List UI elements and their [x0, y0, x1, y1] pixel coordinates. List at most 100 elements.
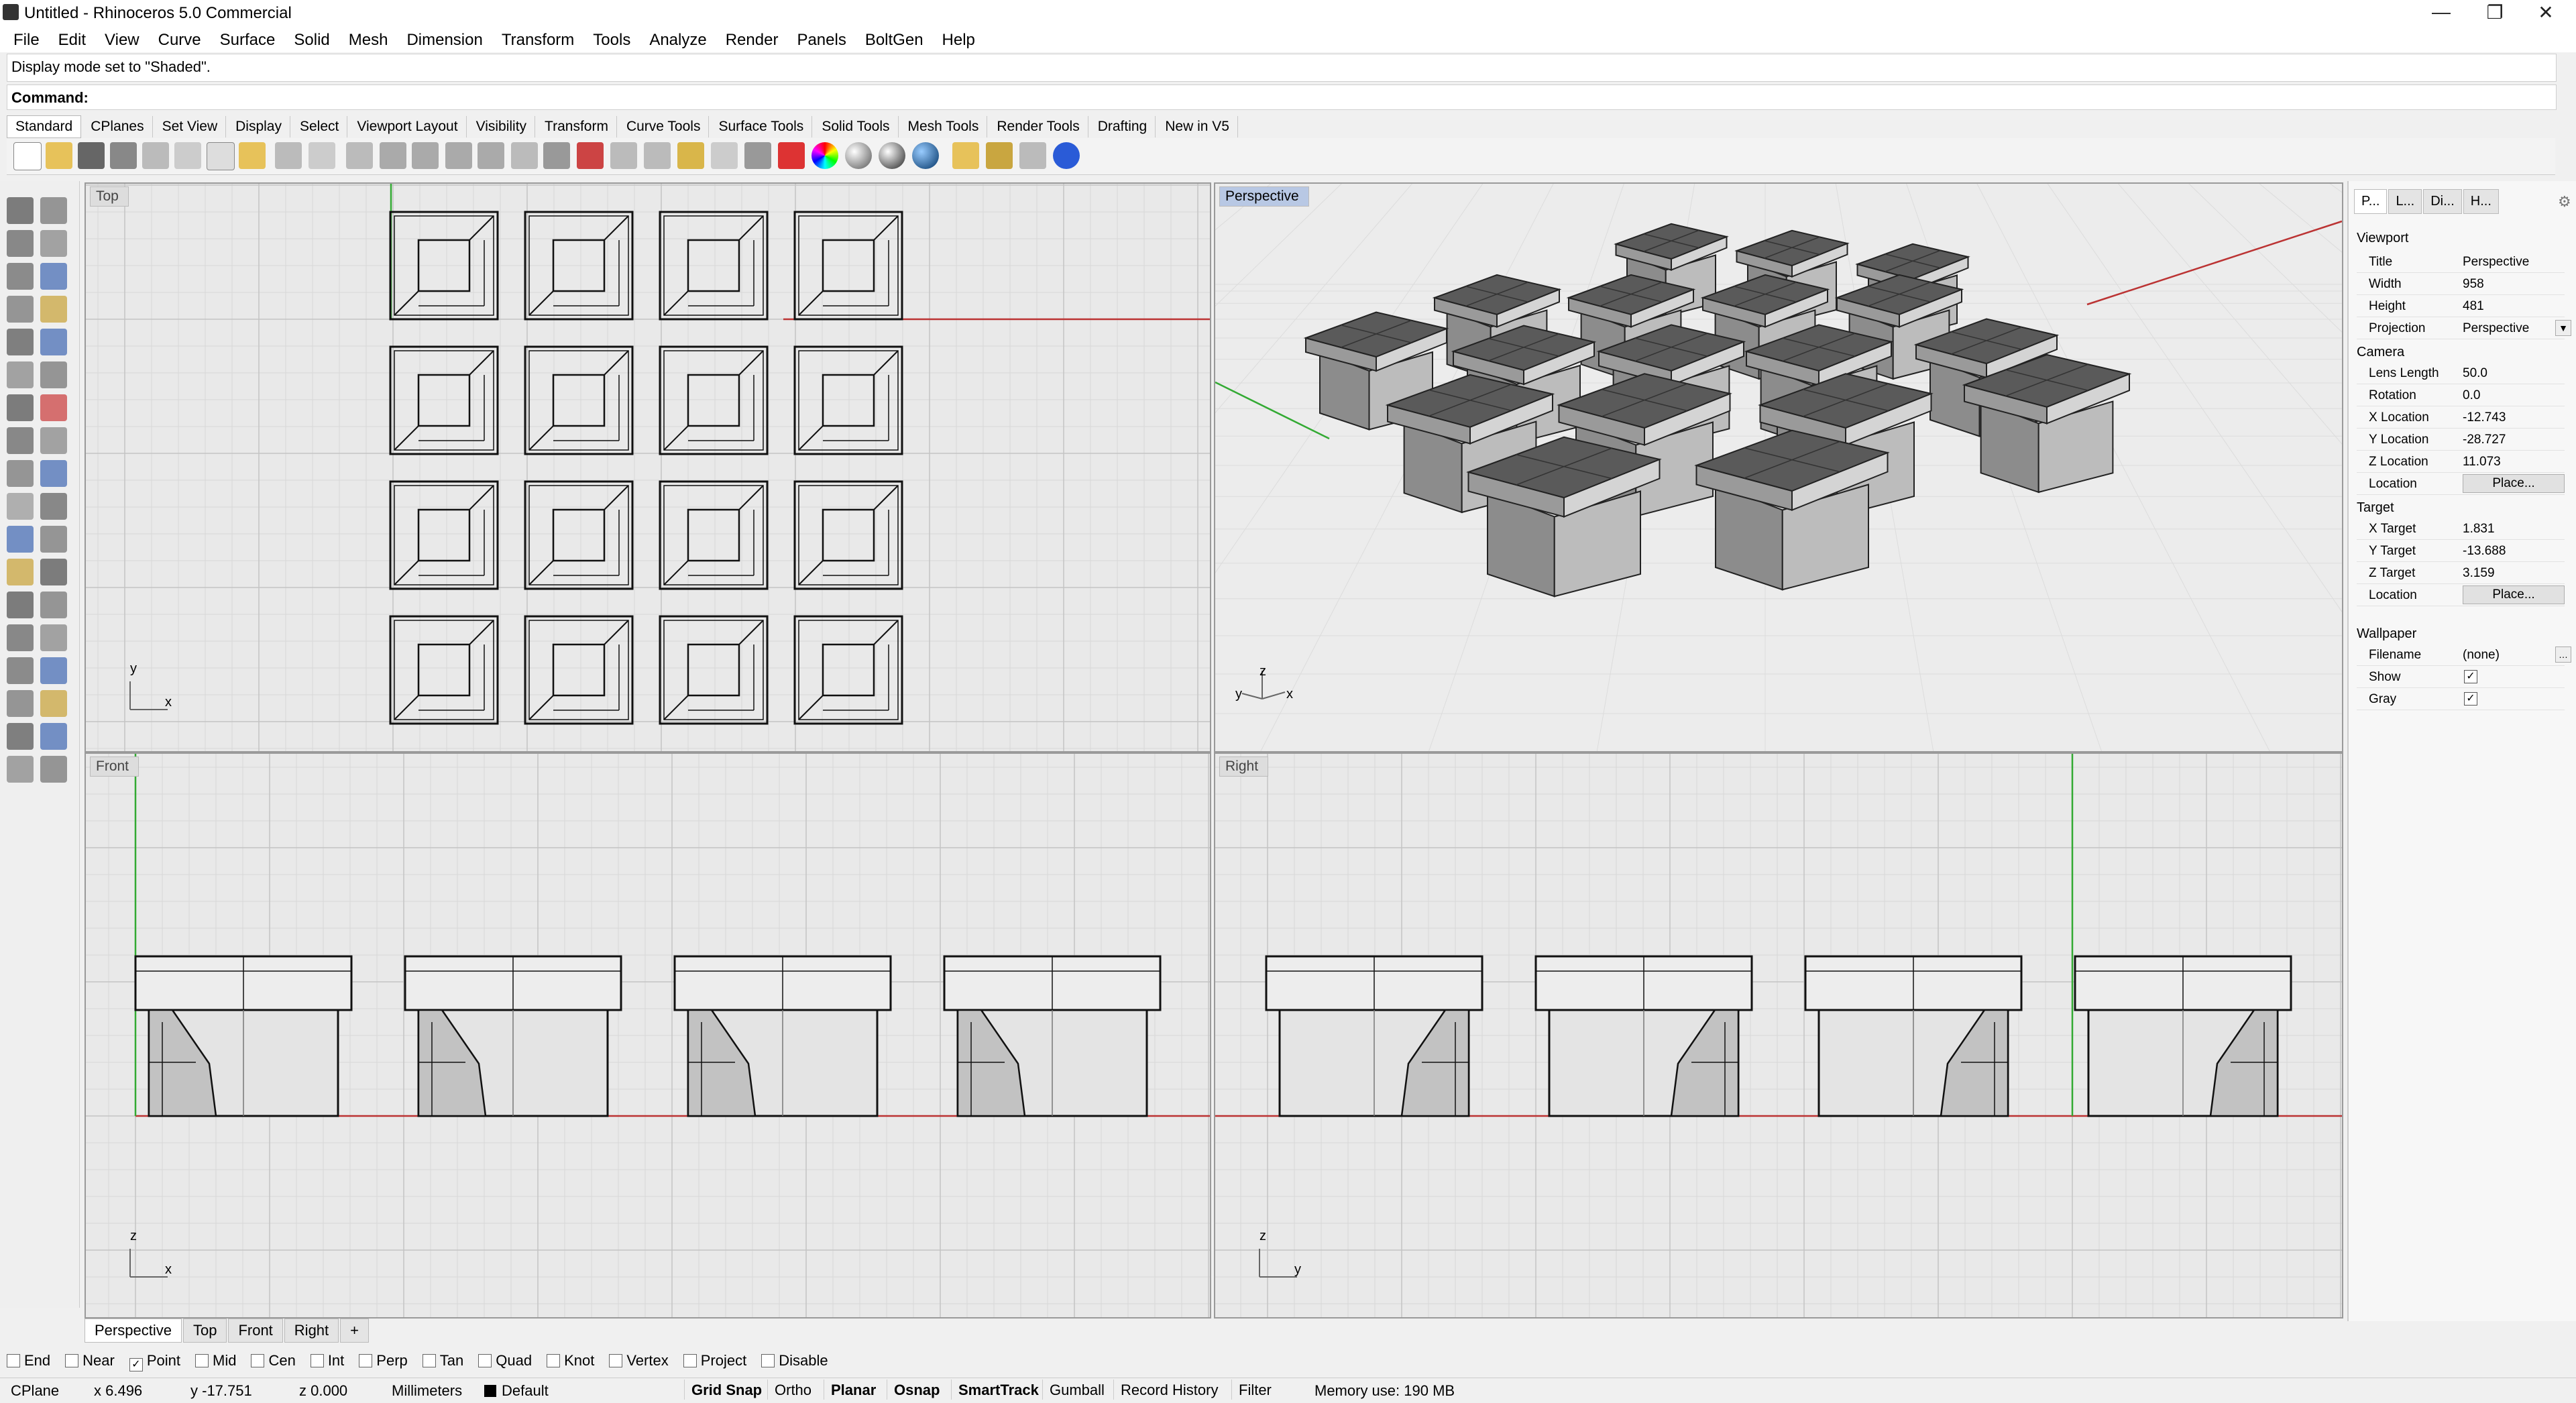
toolbar-tab-visibility[interactable]: Visibility — [468, 116, 536, 137]
prop-zt-value[interactable]: 3.159 — [2463, 566, 2495, 581]
prop-y-target[interactable]: Y Target -13.688 — [2357, 540, 2565, 562]
prop-yt-value[interactable]: -13.688 — [2463, 544, 2506, 559]
status-units[interactable]: Millimeters — [392, 1382, 462, 1400]
menu-transform[interactable]: Transform — [496, 31, 579, 50]
osnap-checkbox[interactable] — [683, 1354, 697, 1367]
tool-icon[interactable] — [7, 329, 34, 355]
toolbar-tab-surface-tools[interactable]: Surface Tools — [710, 116, 813, 137]
status-toggle-osnap[interactable]: Osnap — [887, 1380, 946, 1400]
display-tab[interactable]: Di... — [2423, 189, 2462, 214]
osnap-checkbox[interactable] — [609, 1354, 623, 1367]
tool-icon[interactable] — [7, 723, 34, 750]
osnap-tan[interactable]: Tan — [422, 1352, 463, 1369]
osnap-checkbox[interactable] — [761, 1354, 775, 1367]
new-file-icon[interactable] — [13, 142, 42, 170]
osnap-mid[interactable]: Mid — [195, 1352, 236, 1369]
osnap-end[interactable]: End — [7, 1352, 50, 1369]
prop-zloc-value[interactable]: 11.073 — [2463, 455, 2501, 469]
osnap-checkbox[interactable] — [547, 1354, 561, 1367]
toolbar-tab-transform[interactable]: Transform — [537, 116, 617, 137]
rendered-sphere-icon[interactable] — [879, 142, 905, 169]
viewport-label-top[interactable]: Top — [90, 186, 129, 207]
print-icon[interactable] — [110, 142, 137, 169]
menu-edit[interactable]: Edit — [53, 31, 91, 50]
prop-projection[interactable]: Projection Perspective ▼ — [2357, 317, 2571, 339]
prop-y-location[interactable]: Y Location -28.727 — [2357, 429, 2565, 451]
tool-icon[interactable] — [7, 592, 34, 618]
viewport-tab-front[interactable]: Front — [228, 1318, 283, 1343]
prop-x-location[interactable]: X Location -12.743 — [2357, 406, 2565, 429]
tool-icon[interactable] — [40, 657, 67, 684]
tool-icon[interactable] — [7, 394, 34, 421]
menu-file[interactable]: File — [8, 31, 45, 50]
osnap-disable[interactable]: Disable — [761, 1352, 828, 1369]
options-icon[interactable] — [952, 142, 979, 169]
undo-icon[interactable] — [275, 142, 302, 169]
viewport-tab-top[interactable]: Top — [182, 1318, 227, 1343]
toolbar-tab-new-in-v5[interactable]: New in V5 — [1157, 116, 1238, 137]
tool-icon[interactable] — [40, 394, 67, 421]
four-viewports-icon[interactable] — [543, 142, 570, 169]
grid-icon[interactable] — [644, 142, 671, 169]
prop-rotation[interactable]: Rotation 0.0 — [2357, 384, 2565, 406]
osnap-knot[interactable]: Knot — [547, 1352, 594, 1369]
tool-icon[interactable] — [7, 296, 34, 323]
menu-solid[interactable]: Solid — [288, 31, 335, 50]
osnap-checkbox[interactable] — [251, 1354, 265, 1367]
camera-place-button[interactable]: Place... — [2463, 474, 2565, 493]
status-toggle-planar[interactable]: Planar — [824, 1380, 883, 1400]
menu-help[interactable]: Help — [937, 31, 981, 50]
viewport-label-perspective[interactable]: Perspective — [1219, 186, 1309, 207]
paste-icon[interactable] — [239, 142, 266, 169]
add-viewport-tab-icon[interactable]: + — [340, 1318, 370, 1343]
tool-icon[interactable] — [40, 329, 67, 355]
target-place-button[interactable]: Place... — [2463, 585, 2565, 604]
status-layer[interactable]: Default — [502, 1382, 549, 1400]
status-toggle-filter[interactable]: Filter — [1231, 1380, 1278, 1400]
tool-icon[interactable] — [40, 493, 67, 520]
zoom-selected-icon[interactable] — [478, 142, 504, 169]
prop-x-target[interactable]: X Target 1.831 — [2357, 518, 2565, 540]
save-icon[interactable] — [78, 142, 105, 169]
osnap-cen[interactable]: Cen — [251, 1352, 296, 1369]
status-toggle-record-history[interactable]: Record History — [1113, 1380, 1225, 1400]
page-setup-icon[interactable] — [142, 142, 169, 169]
gray-checkbox[interactable]: ✓ — [2464, 692, 2477, 706]
toolbar-tab-mesh-tools[interactable]: Mesh Tools — [900, 116, 988, 137]
tool-icon[interactable] — [7, 657, 34, 684]
viewport-perspective[interactable]: Perspective z y x — [1214, 182, 2343, 752]
select-icon[interactable] — [577, 142, 604, 169]
tool-icon[interactable] — [7, 263, 34, 290]
cplane-icon[interactable] — [610, 142, 637, 169]
render-icon[interactable] — [912, 142, 939, 169]
tool-icon[interactable] — [40, 197, 67, 224]
tool-icon[interactable] — [40, 559, 67, 585]
menu-tools[interactable]: Tools — [587, 31, 636, 50]
tool-icon[interactable] — [7, 361, 34, 388]
lock-icon[interactable] — [744, 142, 771, 169]
toolbar-tab-solid-tools[interactable]: Solid Tools — [814, 116, 899, 137]
osnap-checkbox[interactable]: ✓ — [129, 1358, 143, 1371]
command-input[interactable] — [88, 89, 2502, 105]
tool-icon[interactable] — [7, 559, 34, 585]
layers-tab[interactable]: L... — [2388, 189, 2422, 214]
cut-icon[interactable] — [174, 142, 201, 169]
tool-icon[interactable] — [40, 723, 67, 750]
tool-icon[interactable] — [40, 690, 67, 717]
viewport-tab-right[interactable]: Right — [284, 1318, 339, 1343]
prop-xt-value[interactable]: 1.831 — [2463, 522, 2495, 537]
settings-gear-icon[interactable] — [986, 142, 1013, 169]
tool-icon[interactable] — [40, 263, 67, 290]
toolbar-tab-select[interactable]: Select — [292, 116, 348, 137]
tool-icon[interactable] — [40, 230, 67, 257]
status-cplane[interactable]: CPlane — [11, 1382, 59, 1400]
toolbar-layout-icon[interactable] — [1019, 142, 1046, 169]
zoom-icon[interactable] — [380, 142, 406, 169]
osnap-checkbox[interactable] — [310, 1354, 324, 1367]
prop-xloc-value[interactable]: -12.743 — [2463, 410, 2506, 425]
command-line[interactable]: Command: — [7, 85, 2557, 110]
osnap-project[interactable]: Project — [683, 1352, 746, 1369]
rotate-view-icon[interactable] — [346, 142, 373, 169]
osnap-checkbox[interactable] — [65, 1354, 79, 1367]
status-toggle-smarttrack[interactable]: SmartTrack — [951, 1380, 1046, 1400]
